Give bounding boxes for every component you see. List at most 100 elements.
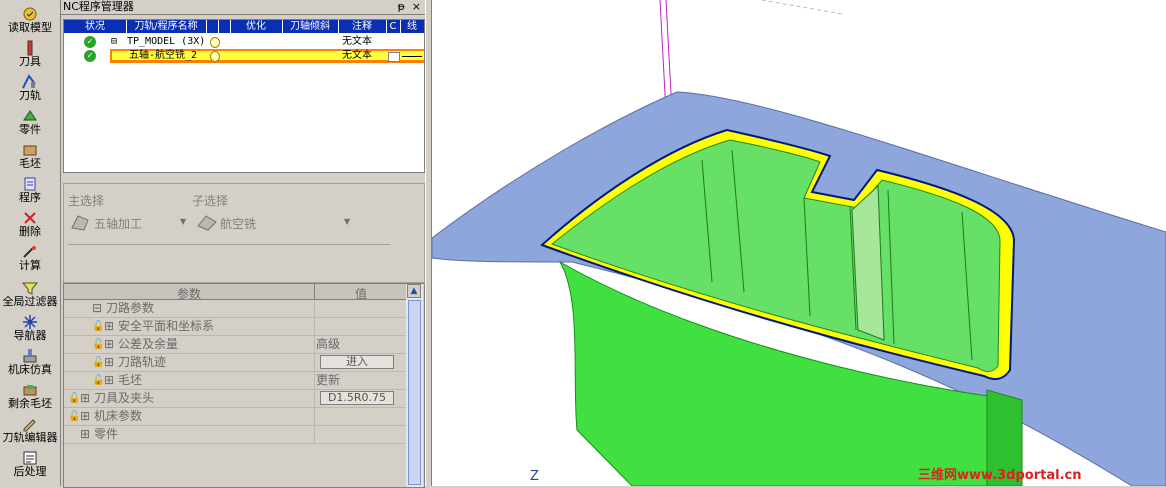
bulb-icon	[210, 51, 220, 62]
tool-label: 导航器	[13, 329, 47, 342]
param-name: 刀路参数	[106, 301, 155, 315]
postprocess-button[interactable]: 后处理	[0, 450, 60, 484]
comment-text: 无文本	[342, 36, 372, 47]
param-row[interactable]: 🔓 ⊞ 刀路轨迹 进入	[64, 354, 406, 372]
expand-collapse-icon[interactable]: ⊞	[104, 318, 114, 335]
param-name: 零件	[94, 427, 119, 441]
selection-section: 主选择 子选择 五轴加工 ▼ 航空铣 ▼	[63, 183, 425, 283]
tool-button[interactable]: 刀具	[0, 40, 60, 74]
expand-collapse-icon[interactable]: ⊞	[80, 426, 90, 443]
read-model-button[interactable]: 读取模型	[0, 6, 60, 40]
param-value[interactable]: 更新	[316, 372, 340, 389]
chevron-down-icon[interactable]: ▼	[344, 217, 350, 226]
sub-selection-dropdown[interactable]: 航空铣 ▼	[194, 212, 354, 232]
axis-label-z: Z	[530, 469, 539, 484]
main-selection-dropdown[interactable]: 五轴加工 ▼	[68, 212, 188, 232]
toolpath-editor-button[interactable]: 刀轨编辑器	[0, 416, 60, 450]
param-row[interactable]: ⊞ 零件	[64, 426, 406, 444]
lock-icon[interactable]: 🔓	[92, 318, 104, 335]
vertical-scrollbar[interactable]: ▲	[406, 284, 423, 487]
column-header-tool-tilt[interactable]: 刀轴倾斜	[282, 20, 339, 33]
3d-model-view	[432, 0, 1166, 486]
program-name: TP_MODEL (3X)	[127, 36, 206, 47]
comment-text: 无文本	[342, 50, 372, 61]
param-row[interactable]: 🔓 ⊞ 机床参数	[64, 408, 406, 426]
param-name: 刀路轨迹	[118, 355, 167, 369]
divider	[314, 300, 315, 317]
tool-label: 机床仿真	[8, 363, 52, 376]
tree-row-tp-model[interactable]: ✓ ⊟ TP_MODEL (3X) 无文本	[64, 35, 424, 49]
delete-button[interactable]: 删除	[0, 210, 60, 244]
part-button[interactable]: 零件	[0, 108, 60, 142]
divider	[314, 426, 315, 443]
tree-header: 状况 刀轨/程序名称 优化 刀轴倾斜 注释 C 线	[64, 20, 424, 33]
tool-label: 零件	[19, 123, 41, 136]
expand-collapse-icon[interactable]: ⊞	[104, 354, 114, 371]
status-ok-icon: ✓	[84, 36, 96, 48]
lock-icon[interactable]: 🔓	[92, 336, 104, 353]
navigator-icon	[23, 315, 37, 329]
tool-label: 毛坯	[19, 157, 41, 170]
divider	[314, 284, 315, 299]
lock-icon[interactable]: 🔓	[68, 390, 80, 407]
remaining-stock-button[interactable]: 剩余毛坯	[0, 382, 60, 416]
column-header-name[interactable]: 刀轨/程序名称	[126, 20, 207, 33]
global-filter-icon	[21, 282, 39, 295]
scroll-up-icon[interactable]: ▲	[407, 284, 421, 298]
param-row[interactable]: ⊟ 刀路参数	[64, 300, 406, 318]
close-icon[interactable]: ×	[412, 0, 421, 14]
param-value-button[interactable]: 进入	[320, 355, 394, 369]
param-row[interactable]: 🔓 ⊞ 刀具及夹头 D1.5R0.75	[64, 390, 406, 408]
scroll-thumb[interactable]	[408, 300, 421, 485]
pin-icon[interactable]: ᵽ	[398, 0, 405, 14]
calculate-button[interactable]: 计算	[0, 244, 60, 278]
graphics-viewport[interactable]: Z	[432, 0, 1166, 486]
main-toolbar: 读取模型 刀具 刀轨 零件 毛坯 程序 删除 计算 全局过滤器 导航器 机床仿真	[0, 0, 61, 486]
column-header-c[interactable]: C	[386, 20, 401, 33]
aero-mill-icon	[197, 215, 217, 231]
column-header-line[interactable]: 线	[400, 20, 424, 33]
tree-row-toolpath[interactable]: ✓ 五轴-航空铣_2 无文本	[64, 49, 424, 63]
column-header-optimize[interactable]: 优化	[230, 20, 283, 33]
param-row[interactable]: 🔓 ⊞ 安全平面和坐标系	[64, 318, 406, 336]
param-row[interactable]: 🔓 ⊞ 毛坯 更新	[64, 372, 406, 390]
expand-collapse-icon[interactable]: ⊞	[104, 336, 114, 353]
expand-collapse-icon[interactable]: ⊞	[104, 372, 114, 389]
five-axis-icon	[71, 215, 89, 231]
machine-sim-button[interactable]: 机床仿真	[0, 348, 60, 382]
tool-label: 删除	[19, 225, 41, 238]
param-value-button[interactable]: D1.5R0.75	[320, 391, 394, 405]
chevron-down-icon[interactable]: ▼	[180, 217, 186, 226]
part-icon	[23, 110, 37, 121]
navigator-button[interactable]: 导航器	[0, 314, 60, 348]
lock-icon[interactable]: 🔓	[68, 408, 80, 425]
lock-icon[interactable]: 🔓	[92, 354, 104, 371]
lock-icon[interactable]: 🔓	[92, 372, 104, 389]
column-header-status[interactable]: 状况	[64, 20, 127, 33]
nc-program-tree: 状况 刀轨/程序名称 优化 刀轴倾斜 注释 C 线 ✓ ⊟ TP_MODEL (…	[63, 19, 425, 173]
tool-label: 读取模型	[8, 21, 52, 34]
expand-collapse-icon[interactable]: ⊟	[111, 35, 117, 49]
param-value[interactable]: 高级	[316, 336, 340, 353]
param-row[interactable]: 🔓 ⊞ 公差及余量 高级	[64, 336, 406, 354]
reference-line	[761, 0, 843, 15]
sub-selection-label: 子选择	[192, 194, 229, 208]
column-header-comment[interactable]: 注释	[338, 20, 387, 33]
status-ok-icon: ✓	[84, 50, 96, 62]
toolpath-button[interactable]: 刀轨	[0, 74, 60, 108]
expand-collapse-icon[interactable]: ⊞	[80, 408, 90, 425]
expand-collapse-icon[interactable]: ⊞	[80, 390, 90, 407]
tool-label: 刀轨	[19, 89, 41, 102]
machine-sim-icon	[23, 349, 37, 363]
panel-splitter[interactable]	[425, 0, 432, 486]
global-filter-button[interactable]: 全局过滤器	[0, 280, 60, 314]
divider	[314, 390, 315, 407]
nc-program-manager-panel: NC程序管理器 ᵽ × 状况 刀轨/程序名称 优化 刀轴倾斜 注释 C 线 ✓ …	[61, 0, 425, 488]
program-button[interactable]: 程序	[0, 176, 60, 210]
expand-collapse-icon[interactable]: ⊟	[92, 300, 102, 317]
calculate-icon	[23, 246, 36, 258]
stock-button[interactable]: 毛坯	[0, 142, 60, 176]
tool-label: 程序	[19, 191, 41, 204]
read-model-icon	[23, 7, 37, 21]
tool-label: 计算	[19, 259, 41, 272]
